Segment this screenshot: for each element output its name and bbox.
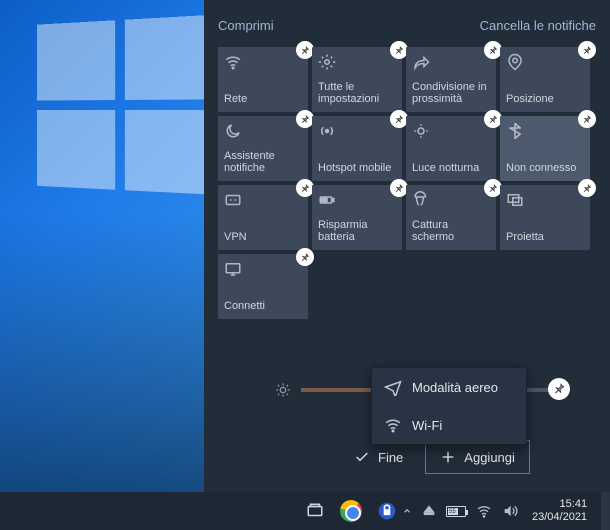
context-item-label: Wi-Fi (412, 418, 442, 433)
location-icon (506, 53, 524, 71)
connect-icon (224, 260, 242, 278)
tile-cattura-schermo[interactable]: Cattura schermo (406, 185, 496, 250)
battery-tray-icon[interactable]: 55 (446, 506, 466, 517)
quick-action-tiles: Rete Tutte le impostazioni Condivisione in… (204, 43, 610, 323)
desktop-wallpaper (0, 0, 204, 492)
action-center-button[interactable] (601, 492, 610, 530)
tile-label: Luce notturna (412, 162, 490, 175)
unpin-badge[interactable] (578, 110, 596, 128)
nightlight-icon (412, 122, 430, 140)
unpin-badge[interactable] (296, 248, 314, 266)
tile-label: Posizione (506, 93, 584, 106)
tile-hotspot-mobile[interactable]: Hotspot mobile (312, 116, 402, 181)
tile-label: Proietta (506, 231, 584, 244)
taskbar-clock[interactable]: 15:41 23/04/2021 (532, 498, 587, 524)
done-button[interactable]: Fine (340, 441, 417, 473)
clear-notifications-link[interactable]: Cancella le notifiche (480, 18, 596, 33)
tile-label: Condivisione in prossimità (412, 81, 490, 106)
edit-actions-row: Fine Aggiungi (340, 440, 530, 474)
plus-icon (440, 449, 456, 465)
battery-level-label: 55 (448, 508, 458, 515)
tile-connetti[interactable]: Connetti (218, 254, 308, 319)
tile-luce-notturna[interactable]: Luce notturna (406, 116, 496, 181)
context-item-modalit-aereo[interactable]: Modalità aereo (372, 368, 526, 406)
context-item-wi-fi[interactable]: Wi-Fi (372, 406, 526, 444)
screenshot-icon (412, 191, 430, 209)
collapse-link[interactable]: Comprimi (218, 18, 274, 33)
tile-proietta[interactable]: Proietta (500, 185, 590, 250)
chrome-app[interactable] (336, 496, 366, 526)
tile-rete[interactable]: Rete (218, 47, 308, 112)
battery-icon (318, 191, 336, 209)
tile-label: Tutte le impostazioni (318, 81, 396, 106)
tray-overflow-button[interactable] (402, 506, 412, 516)
vpn-icon (224, 191, 242, 209)
hotspot-icon (318, 122, 336, 140)
tile-posizione[interactable]: Posizione (500, 47, 590, 112)
tile-non-connesso[interactable]: Non connesso (500, 116, 590, 181)
windows-logo (37, 15, 204, 205)
unpin-badge[interactable] (578, 179, 596, 197)
tile-label: Cattura schermo (412, 219, 490, 244)
tile-condivisione-in-prossimit-[interactable]: Condivisione in prossimità (406, 47, 496, 112)
context-item-label: Modalità aereo (412, 380, 498, 395)
check-icon (354, 449, 370, 465)
brightness-icon (275, 382, 291, 398)
project-icon (506, 191, 524, 209)
tile-label: Non connesso (506, 162, 584, 175)
context-pin-badge (548, 378, 570, 400)
tile-risparmia-batteria[interactable]: Risparmia batteria (312, 185, 402, 250)
action-center-header: Comprimi Cancella le notifiche (204, 0, 610, 43)
add-tile-context-menu: Modalità aereo Wi-Fi (371, 367, 527, 445)
share-icon (412, 53, 430, 71)
clock-time: 15:41 (532, 498, 587, 511)
chrome-icon (340, 500, 362, 522)
system-tray: 55 15:41 23/04/2021 (402, 492, 610, 530)
done-label: Fine (378, 450, 403, 465)
taskbar: 55 15:41 23/04/2021 (0, 492, 610, 530)
tile-label: Assistente notifiche (224, 150, 302, 175)
tile-label: VPN (224, 231, 302, 244)
tile-vpn[interactable]: VPN (218, 185, 308, 250)
moon-icon (224, 122, 242, 140)
add-label: Aggiungi (464, 450, 515, 465)
unpin-badge[interactable] (578, 41, 596, 59)
volume-tray-icon[interactable] (502, 503, 518, 519)
airplane-icon (384, 378, 402, 396)
password-app[interactable] (372, 496, 402, 526)
tile-label: Rete (224, 93, 302, 106)
tile-label: Risparmia batteria (318, 219, 396, 244)
tile-tutte-le-impostazioni[interactable]: Tutte le impostazioni (312, 47, 402, 112)
clock-date: 23/04/2021 (532, 511, 587, 524)
tile-assistente-notifiche[interactable]: Assistente notifiche (218, 116, 308, 181)
add-button[interactable]: Aggiungi (425, 440, 530, 474)
gear-icon (318, 53, 336, 71)
taskbar-apps (300, 496, 402, 526)
tile-label: Hotspot mobile (318, 162, 396, 175)
wifi-tray-icon[interactable] (476, 503, 492, 519)
tile-label: Connetti (224, 300, 302, 313)
bluetooth-icon (506, 122, 524, 140)
wifi-icon (384, 416, 402, 434)
task-view-button[interactable] (300, 496, 330, 526)
wifi-icon (224, 53, 242, 71)
tray-eject-icon[interactable] (422, 504, 436, 518)
